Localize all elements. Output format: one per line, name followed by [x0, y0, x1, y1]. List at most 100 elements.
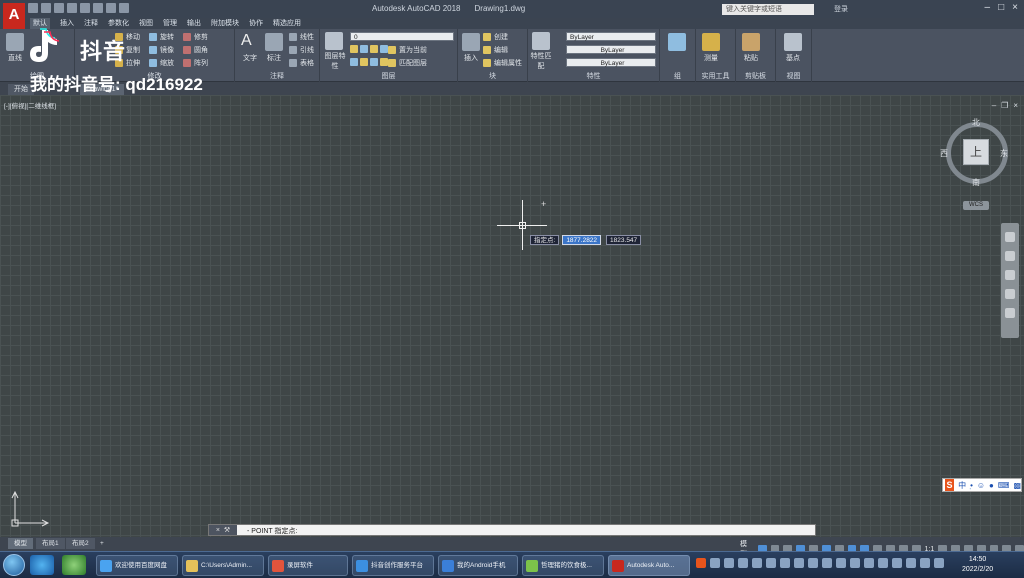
tray-app-icon[interactable]: [822, 558, 832, 568]
taskbar-item-baidu-netdisk[interactable]: 欢迎使用百度网盘: [96, 555, 178, 576]
tray-app-icon[interactable]: [864, 558, 874, 568]
compass-south[interactable]: 南: [972, 177, 980, 188]
compass-east[interactable]: 东: [1000, 148, 1008, 159]
layer-tool-icon[interactable]: [370, 45, 378, 53]
wcs-menu[interactable]: WCS: [963, 201, 989, 210]
dynamic-input-y[interactable]: 1823.547: [606, 235, 642, 245]
stretch-label[interactable]: 拉伸: [126, 58, 140, 68]
layout-tab-model[interactable]: 模型: [8, 538, 33, 549]
showmotion-icon[interactable]: [1005, 308, 1015, 318]
group-icon[interactable]: [668, 33, 686, 51]
taskbar-item-video[interactable]: 哲理猪的饮食极...: [522, 555, 604, 576]
taskbar-item-android-phone[interactable]: 我的Android手机: [438, 555, 518, 576]
tray-app-icon[interactable]: [836, 558, 846, 568]
compass-north[interactable]: 北: [972, 117, 980, 128]
layout-tab-layout2[interactable]: 布局2: [66, 538, 95, 549]
pan-icon[interactable]: [1005, 251, 1015, 261]
edit-attributes-label[interactable]: 编辑属性: [494, 58, 522, 68]
plot-icon[interactable]: [93, 3, 103, 13]
tray-app-icon[interactable]: [710, 558, 720, 568]
table-icon[interactable]: [289, 59, 297, 67]
array-icon[interactable]: [183, 59, 191, 67]
tab-collaborate[interactable]: 协作: [249, 18, 263, 29]
minimize-icon[interactable]: –: [985, 2, 991, 13]
match-properties-icon[interactable]: [532, 32, 550, 50]
measure-icon[interactable]: [702, 33, 720, 51]
viewport-minimize-icon[interactable]: –: [992, 101, 996, 110]
fillet-label[interactable]: 圆角: [194, 45, 208, 55]
layer-tool-icon[interactable]: [360, 58, 368, 66]
set-current-label[interactable]: 置为当前: [399, 45, 427, 55]
tab-output[interactable]: 输出: [187, 18, 201, 29]
search-input[interactable]: 键入关键字或短语: [722, 4, 814, 15]
table-label[interactable]: 表格: [300, 58, 314, 68]
sign-in-button[interactable]: 登录: [834, 4, 848, 14]
tab-manage[interactable]: 管理: [163, 18, 177, 29]
close-icon[interactable]: ×: [1012, 2, 1018, 13]
viewcube-top-face[interactable]: 上: [963, 139, 989, 165]
linetype-dropdown[interactable]: ByLayer: [566, 45, 656, 54]
tray-app-icon[interactable]: [892, 558, 902, 568]
paste-icon[interactable]: [742, 33, 760, 51]
tray-app-icon[interactable]: [906, 558, 916, 568]
orbit-icon[interactable]: [1005, 289, 1015, 299]
redo-icon[interactable]: [119, 3, 129, 13]
mirror-label[interactable]: 镜像: [160, 45, 174, 55]
rotate-label[interactable]: 旋转: [160, 32, 174, 42]
fillet-icon[interactable]: [183, 46, 191, 54]
edit-block-label[interactable]: 编辑: [494, 45, 508, 55]
trim-label[interactable]: 修剪: [194, 32, 208, 42]
trim-icon[interactable]: [183, 33, 191, 41]
web-icon[interactable]: [80, 3, 90, 13]
media-player-icon[interactable]: [62, 555, 86, 575]
tray-app-icon[interactable]: [752, 558, 762, 568]
ie-icon[interactable]: [30, 555, 54, 575]
network-icon[interactable]: [920, 558, 930, 568]
set-current-icon[interactable]: [388, 46, 396, 54]
taskbar-clock[interactable]: 14:50 2022/2/20: [962, 555, 993, 575]
layer-dropdown[interactable]: 0: [350, 32, 454, 41]
rotate-icon[interactable]: [149, 33, 157, 41]
layer-tool-icon[interactable]: [350, 45, 358, 53]
compass-west[interactable]: 西: [940, 148, 948, 159]
tray-app-icon[interactable]: [766, 558, 776, 568]
scale-icon[interactable]: [149, 59, 157, 67]
maximize-icon[interactable]: □: [998, 2, 1004, 13]
tab-featured-apps[interactable]: 精选应用: [273, 18, 301, 29]
tray-app-icon[interactable]: [808, 558, 818, 568]
color-dropdown[interactable]: ByLayer: [566, 32, 656, 41]
linear-dim-icon[interactable]: [289, 33, 297, 41]
save-icon[interactable]: [54, 3, 64, 13]
viewport-close-icon[interactable]: ×: [1013, 101, 1018, 110]
tab-view[interactable]: 视图: [139, 18, 153, 29]
close-command-icon[interactable]: ×: [216, 527, 220, 534]
ime-skin-icon[interactable]: ▩: [1013, 481, 1021, 490]
layer-tool-icon[interactable]: [350, 58, 358, 66]
create-block-label[interactable]: 创建: [494, 32, 508, 42]
tray-app-icon[interactable]: [794, 558, 804, 568]
tray-app-icon[interactable]: [780, 558, 790, 568]
edit-block-icon[interactable]: [483, 46, 491, 54]
scale-label[interactable]: 缩放: [160, 58, 174, 68]
customize-command-icon[interactable]: ⚒: [224, 526, 230, 534]
leader-icon[interactable]: [289, 46, 297, 54]
add-layout-icon[interactable]: +: [94, 538, 110, 549]
viewcube[interactable]: 上 北 南 东 西: [940, 117, 1009, 187]
command-line[interactable]: × ⚒ - POINT 指定点:: [208, 524, 816, 536]
save-as-icon[interactable]: [67, 3, 77, 13]
tray-sogou-icon[interactable]: [696, 558, 706, 568]
layer-tool-icon[interactable]: [380, 45, 388, 53]
array-label[interactable]: 阵列: [194, 58, 208, 68]
taskbar-item-autocad[interactable]: Autodesk Auto...: [608, 555, 690, 576]
insert-block-icon[interactable]: [462, 33, 480, 51]
tray-app-icon[interactable]: [850, 558, 860, 568]
text-icon[interactable]: A: [241, 32, 259, 50]
move-label[interactable]: 移动: [126, 32, 140, 42]
ime-emoji-icon[interactable]: ☺: [977, 481, 985, 490]
layer-tool-icon[interactable]: [370, 58, 378, 66]
sogou-ime-logo[interactable]: S: [945, 479, 955, 491]
tray-app-icon[interactable]: [878, 558, 888, 568]
mirror-icon[interactable]: [149, 46, 157, 54]
copy-label[interactable]: 复制: [126, 45, 140, 55]
viewport-restore-icon[interactable]: ❐: [1001, 101, 1008, 110]
